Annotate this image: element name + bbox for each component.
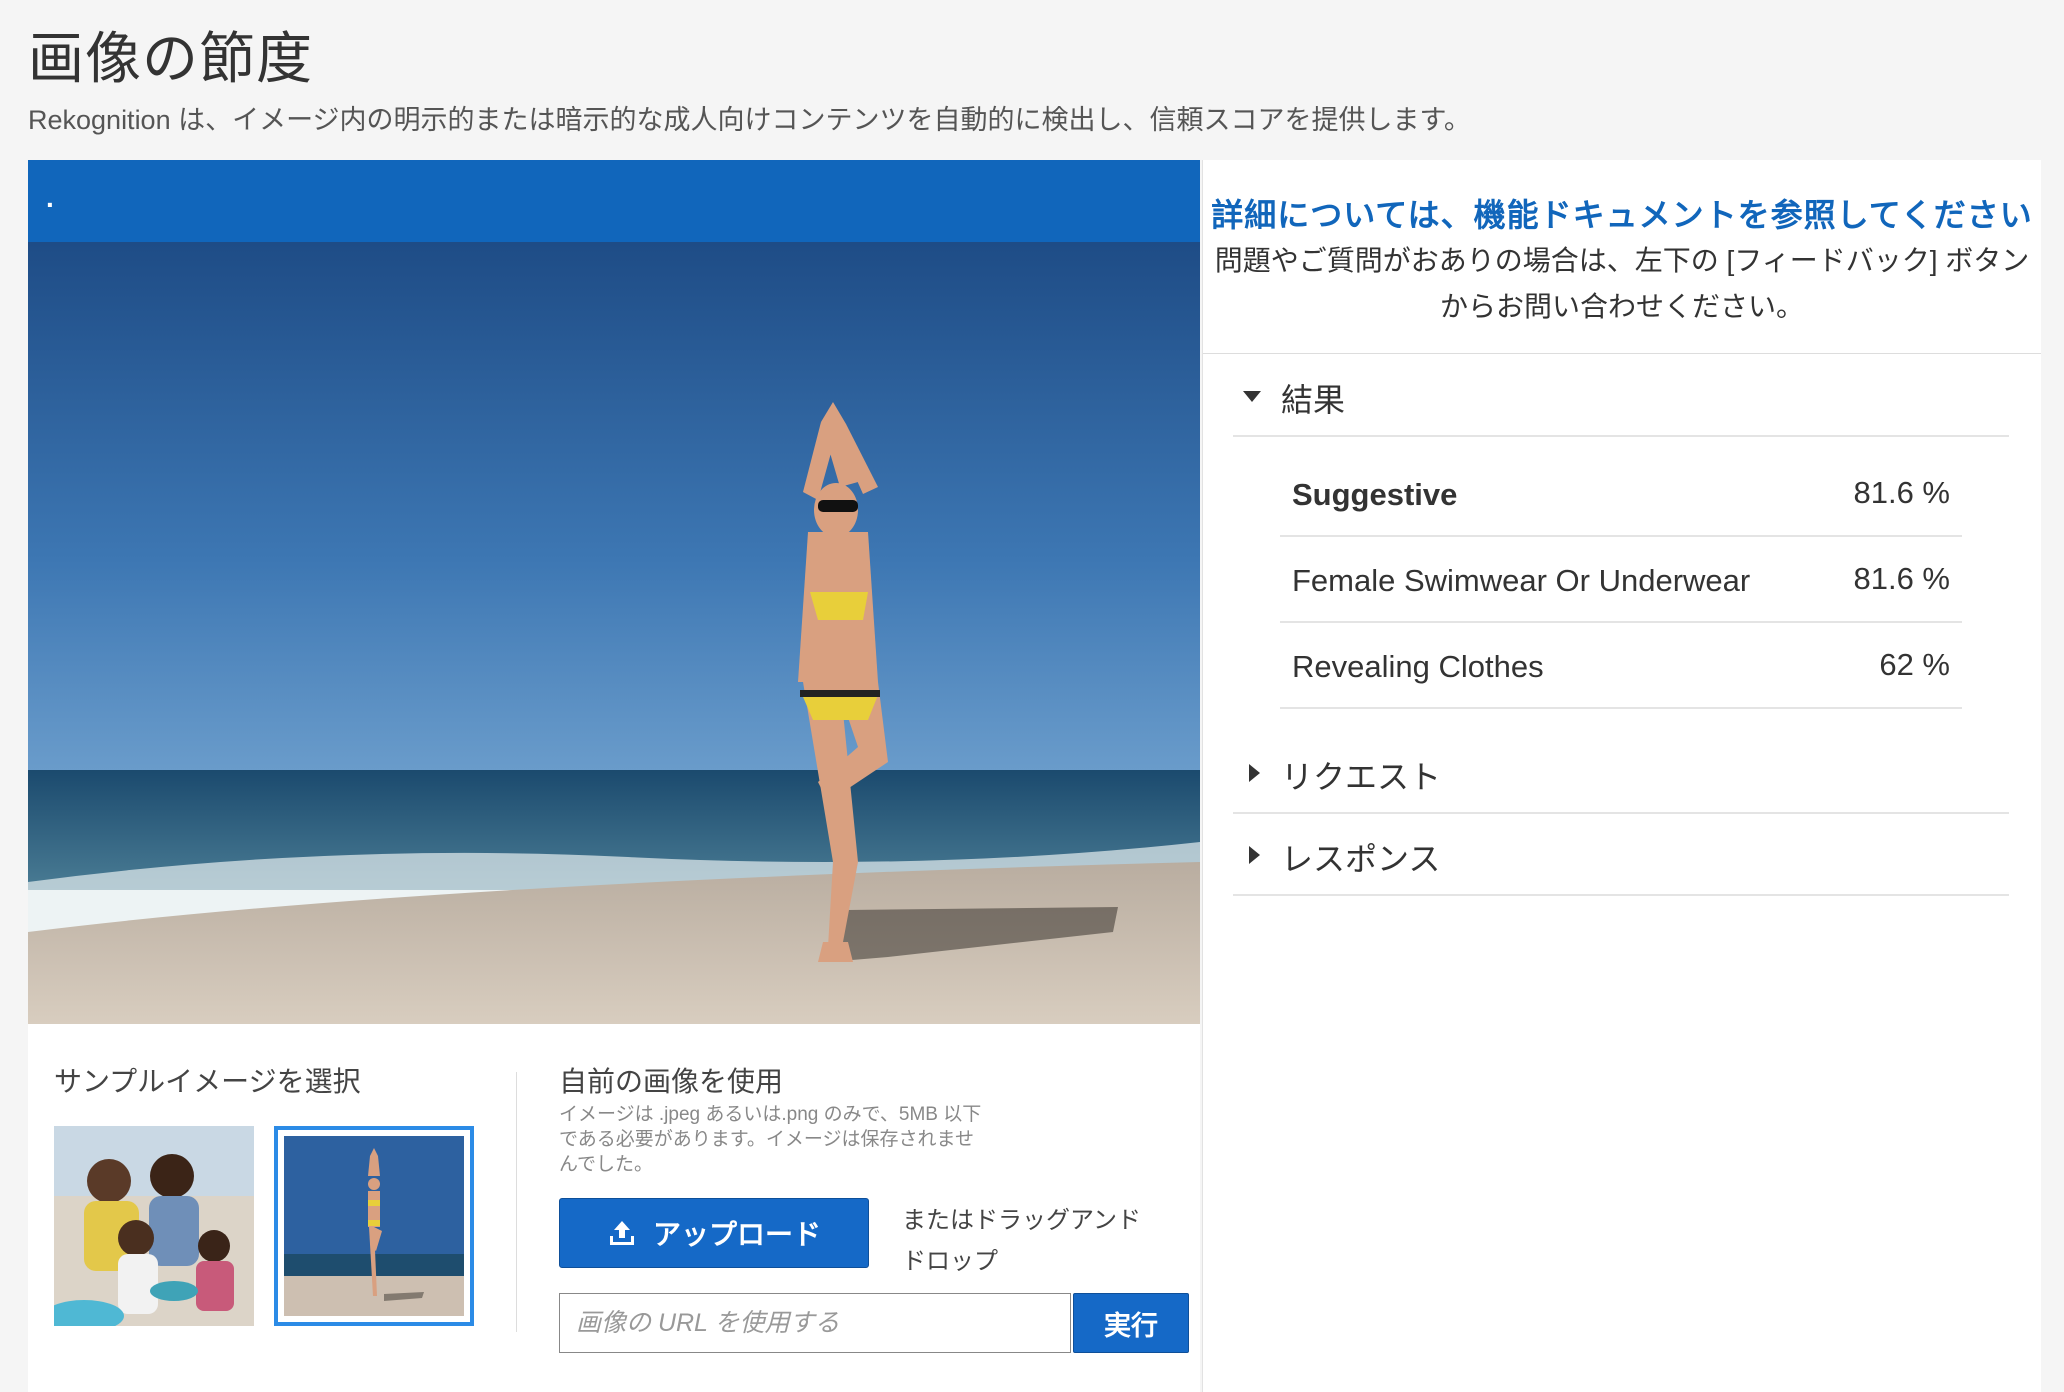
result-confidence: 81.6 % [1853,561,1950,596]
caret-right-icon [1249,846,1260,864]
result-label: Revealing Clothes [1292,649,1544,684]
image-panel: . サンプルイメージを選択 自前の画像を使用 イメージは .jpeg あるいは.… [28,160,1200,1392]
request-label: リクエスト [1281,759,1442,795]
result-row: Female Swimwear Or Underwear 81.6 % [1280,537,1962,623]
page-title: 画像の節度 [28,27,313,90]
run-button[interactable]: 実行 [1073,1293,1189,1353]
caret-right-icon [1249,764,1260,782]
response-label: レスポンス [1281,841,1441,877]
panel-divider [1203,353,2041,354]
vertical-divider [516,1072,517,1332]
upload-button-label: アップロード [652,1219,821,1250]
caret-down-icon [1243,391,1261,402]
result-label: Suggestive [1292,477,1458,512]
result-confidence: 62 % [1879,647,1950,682]
preview-image [28,242,1200,1024]
beach-yoga-photo [28,242,1200,1024]
feedback-help-text: 問題やご質問がおありの場合は、左下の [フィードバック] ボタンからお問い合わせ… [1214,245,2030,322]
result-row: Suggestive 81.6 % [1280,451,1962,537]
sample-images-title: サンプルイメージを選択 [54,1066,361,1097]
documentation-link[interactable]: 詳細については、機能ドキュメントを参照してください [1203,190,2041,236]
page-subtitle: Rekognition は、イメージ内の明示的または暗示的な成人向けコンテンツを… [28,105,1471,135]
request-section-header[interactable]: リクエスト [1233,734,2009,814]
upload-button[interactable]: アップロード [559,1198,869,1268]
upload-icon [609,1221,634,1245]
beach-yoga-thumbnail [284,1136,464,1316]
image-url-input[interactable] [559,1293,1071,1353]
result-row: Revealing Clothes 62 % [1280,623,1962,709]
sample-thumbnail-family[interactable] [54,1126,254,1326]
family-picnic-thumbnail [54,1126,254,1326]
results-section-header[interactable]: 結果 [1233,357,2009,437]
sample-thumbnail-beach-selected[interactable] [274,1126,474,1326]
image-header-bar: . [28,160,1200,242]
response-section-header[interactable]: レスポンス [1233,816,2009,896]
result-confidence: 81.6 % [1853,475,1950,510]
own-image-title: 自前の画像を使用 [559,1066,784,1097]
results-label: 結果 [1281,382,1346,418]
result-label: Female Swimwear Or Underwear [1292,563,1751,598]
results-panel: 詳細については、機能ドキュメントを参照してください 問題やご質問がおありの場合は… [1202,160,2041,1392]
drag-drop-text: またはドラッグアンドドロップ [902,1207,1142,1275]
image-header-text: . [46,182,54,213]
own-image-note: イメージは .jpeg あるいは.png のみで、5MB 以下である必要がありま… [559,1104,982,1175]
